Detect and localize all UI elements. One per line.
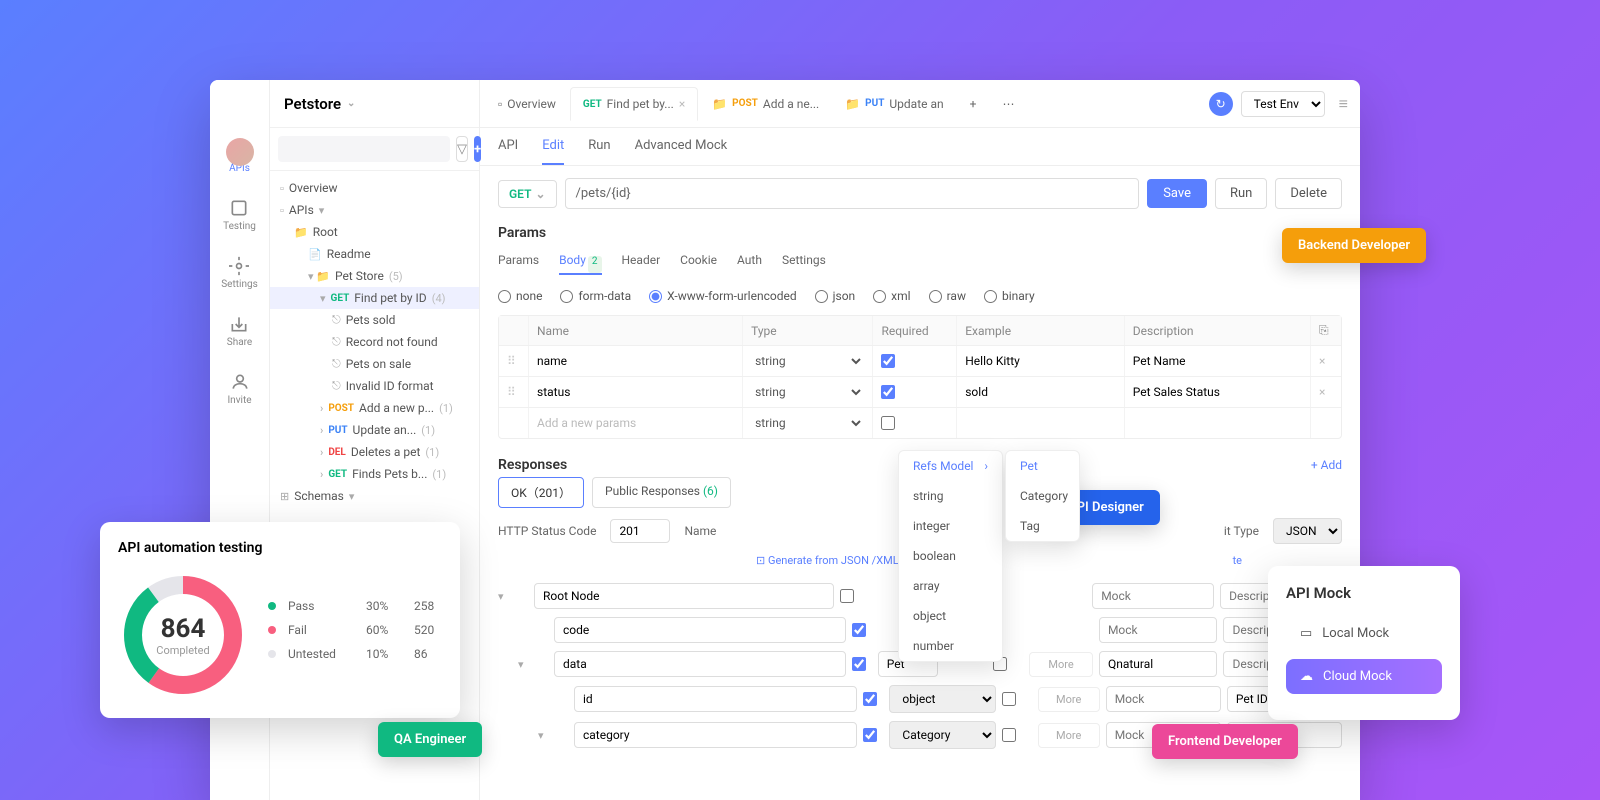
tree-find-pet[interactable]: ▾GETFind pet by ID(4) <box>270 287 479 309</box>
run-button[interactable]: Run <box>1215 178 1267 209</box>
tree-delete[interactable]: ›DELDeletes a pet(1) <box>270 441 479 463</box>
add-response[interactable]: + Add <box>1311 458 1342 472</box>
subtab-run[interactable]: Run <box>588 138 610 165</box>
generate-link-2[interactable]: te <box>1215 554 1242 567</box>
avatar[interactable] <box>226 138 254 166</box>
content-type-select[interactable]: JSON <box>1273 518 1342 544</box>
mock-title: API Mock <box>1286 584 1442 602</box>
filter-button[interactable]: ▽ <box>456 136 468 162</box>
delete-button[interactable]: Delete <box>1275 178 1342 209</box>
tree-overview[interactable]: ▫Overview <box>270 177 479 199</box>
tree-pets-sold[interactable]: ⎋Pets sold <box>270 309 479 331</box>
url-input[interactable]: /pets/{id} <box>565 178 1140 209</box>
tree-update[interactable]: ›PUTUpdate an...(1) <box>270 419 479 441</box>
resp-tab-public[interactable]: Public Responses (6) <box>592 477 731 508</box>
menu-icon[interactable]: ≡ <box>1333 94 1354 114</box>
refs-model-item[interactable]: Refs Model› <box>899 451 1002 481</box>
ptab-settings[interactable]: Settings <box>782 253 826 275</box>
mock-card: API Mock ▭Local Mock ☁Cloud Mock <box>1268 566 1460 720</box>
tree-not-found[interactable]: ⎋Record not found <box>270 331 479 353</box>
tree-on-sale[interactable]: ⎋Pets on sale <box>270 353 479 375</box>
tab-find-pet[interactable]: GETFind pet by...× <box>570 87 698 121</box>
tab-more[interactable]: ⋯ <box>990 87 1026 121</box>
automation-card: API automation testing 864Completed Pass… <box>100 522 460 718</box>
ptab-header[interactable]: Header <box>622 253 661 275</box>
callout-qa: QA Engineer <box>378 722 482 757</box>
mock-local[interactable]: ▭Local Mock <box>1286 616 1442 651</box>
ptab-cookie[interactable]: Cookie <box>680 253 717 275</box>
tab-add[interactable]: 📁POSTAdd a ne... <box>700 87 831 121</box>
tab-close-icon[interactable]: × <box>679 97 685 111</box>
table-row-new[interactable]: Add a new paramsstring <box>499 408 1341 438</box>
method-select[interactable]: GET⌄ <box>498 180 557 208</box>
subtab-mock[interactable]: Advanced Mock <box>635 138 728 165</box>
responses-title: Responses <box>498 457 567 473</box>
tree-finds[interactable]: ›GETFinds Pets b...(1) <box>270 463 479 485</box>
donut-chart: 864Completed <box>118 570 248 700</box>
nav-invite[interactable]: Invite <box>227 372 251 406</box>
generate-link[interactable]: ⊡ Generate from JSON /XML <box>738 554 899 567</box>
body-encoding: none form-data X-www-form-urlencoded jso… <box>480 283 1360 309</box>
schema-row[interactable]: objectMore <box>498 681 1342 717</box>
callout-frontend: Frontend Developer <box>1152 724 1298 759</box>
nav-testing[interactable]: Testing <box>223 198 256 232</box>
nav-share[interactable]: Share <box>227 314 252 348</box>
model-popup: Pet Category Tag <box>1005 450 1080 542</box>
mock-cloud[interactable]: ☁Cloud Mock <box>1286 659 1442 694</box>
callout-backend: Backend Developer <box>1282 228 1426 263</box>
save-button[interactable]: Save <box>1147 179 1207 208</box>
local-icon: ▭ <box>1300 626 1312 641</box>
tree-root[interactable]: 📁Root <box>270 221 479 243</box>
ptab-auth[interactable]: Auth <box>737 253 762 275</box>
subtab-api[interactable]: API <box>498 138 518 165</box>
tree-invalid[interactable]: ⎋Invalid ID format <box>270 375 479 397</box>
env-select[interactable]: Test Env <box>1241 91 1325 117</box>
params-title: Params <box>480 221 1360 245</box>
table-row[interactable]: ⠿namestringHello KittyPet Name× <box>499 346 1341 377</box>
status-code-input[interactable] <box>610 519 670 543</box>
automation-title: API automation testing <box>118 540 442 556</box>
tree-apis[interactable]: ▫APIs▾ <box>270 199 479 221</box>
subtab-edit[interactable]: Edit <box>542 138 564 165</box>
sync-icon[interactable]: ↻ <box>1209 92 1233 116</box>
tab-overview[interactable]: ▫Overview <box>486 87 568 121</box>
table-row[interactable]: ⠿statusstringsoldPet Sales Status× <box>499 377 1341 408</box>
ptab-body[interactable]: Body2 <box>559 253 601 275</box>
tab-new[interactable]: + <box>958 87 989 121</box>
type-popup: Refs Model› string integer boolean array… <box>898 450 1003 662</box>
tree-petstore[interactable]: ▾ 📁Pet Store(5) <box>270 265 479 287</box>
sidebar-search-input[interactable] <box>278 136 450 162</box>
legend: Pass30%258 Fail60%520 Untested10%86 <box>268 599 454 671</box>
tree-add-new[interactable]: ›POSTAdd a new p...(1) <box>270 397 479 419</box>
tree-readme[interactable]: 📄Readme <box>270 243 479 265</box>
tree-schemas[interactable]: ⊞Schemas▾ <box>270 485 479 507</box>
cloud-icon: ☁ <box>1300 669 1313 684</box>
nav-settings[interactable]: Settings <box>221 256 258 290</box>
resp-tab-ok[interactable]: OK（201） <box>498 477 584 508</box>
params-table: NameTypeRequiredExampleDescription⎘ ⠿nam… <box>498 315 1342 439</box>
project-selector[interactable]: Petstore⌄ <box>270 80 479 128</box>
ptab-params[interactable]: Params <box>498 253 539 275</box>
tab-update[interactable]: 📁PUTUpdate an <box>833 87 955 121</box>
